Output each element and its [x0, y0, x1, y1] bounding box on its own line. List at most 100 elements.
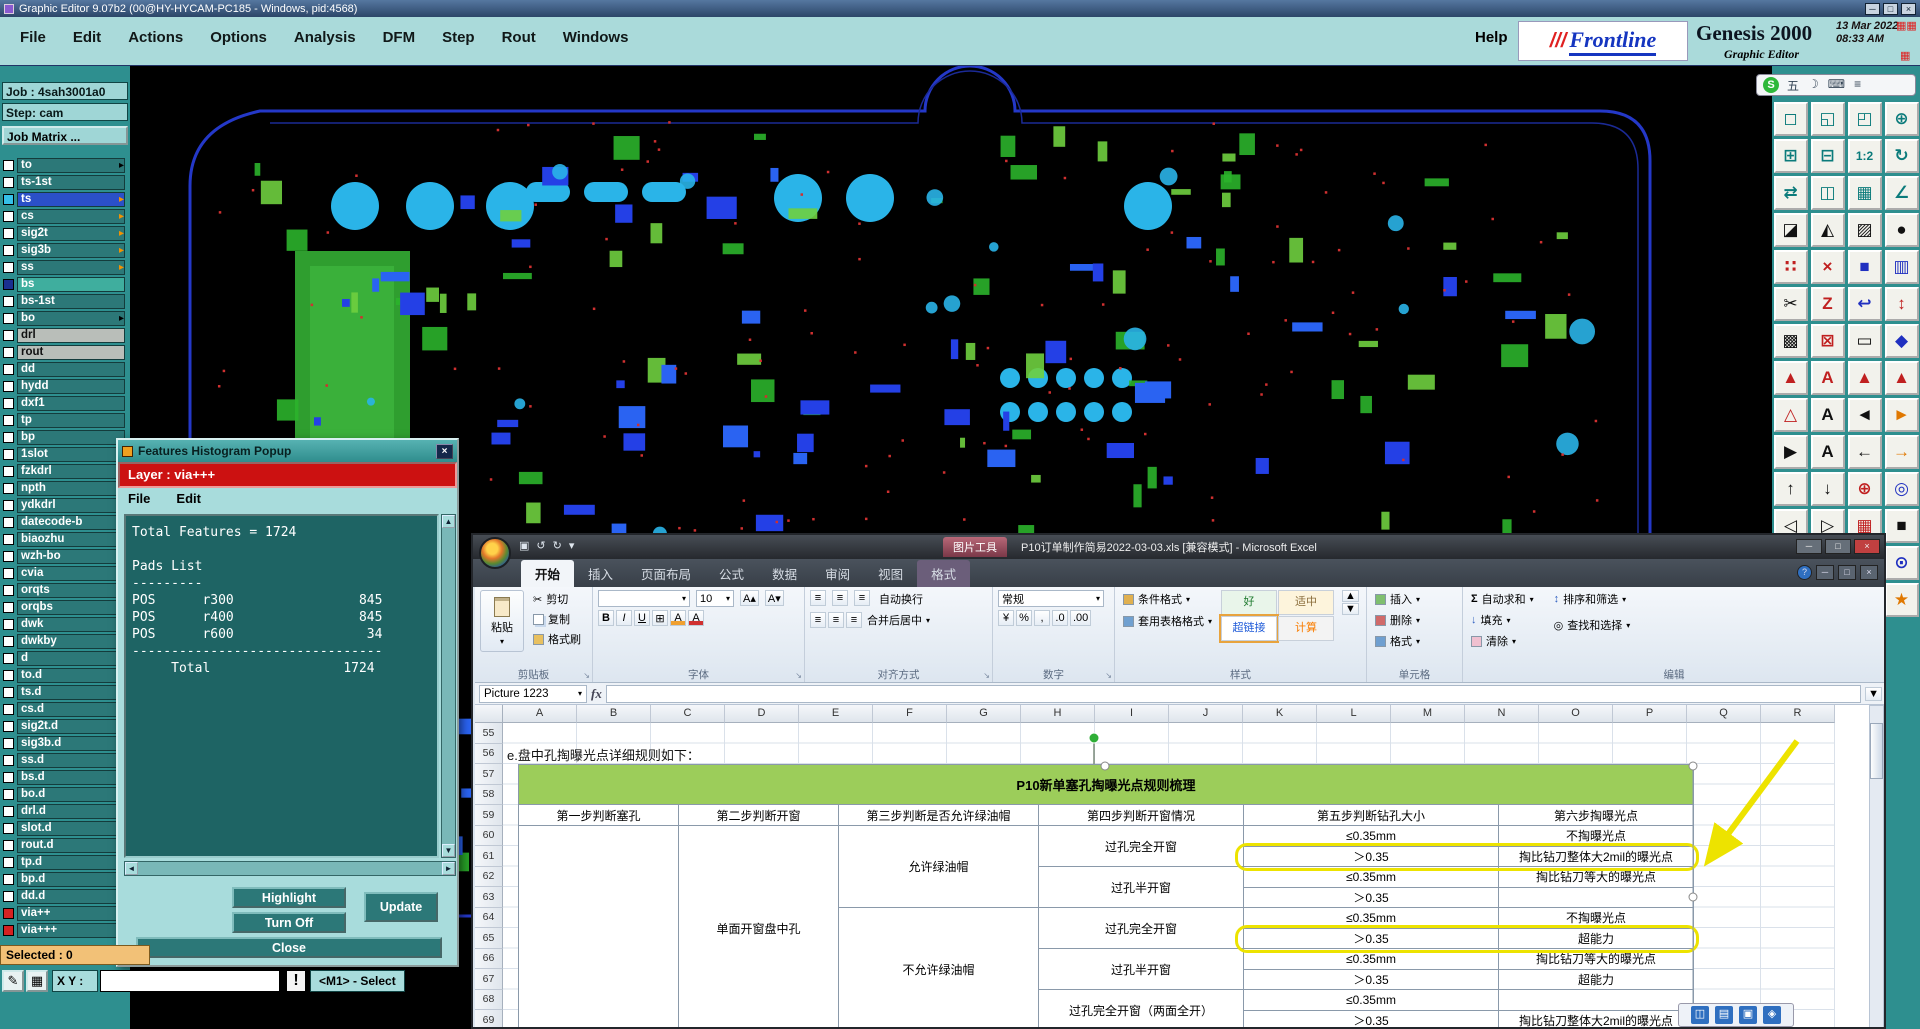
formula-input[interactable]: [605, 684, 1862, 703]
layer-visibility-checkbox[interactable]: [3, 245, 14, 256]
rectangle-button[interactable]: ▭: [1847, 323, 1882, 358]
merge-center-button[interactable]: 合并后居中 ▾: [864, 611, 933, 629]
row-header-60[interactable]: 60: [475, 825, 503, 846]
ime-badge-icon[interactable]: S: [1763, 77, 1779, 93]
command-button[interactable]: !: [286, 970, 306, 992]
layer-visibility-checkbox[interactable]: [3, 381, 14, 392]
menu-actions[interactable]: Actions: [128, 29, 183, 46]
layer-visibility-checkbox[interactable]: [3, 619, 14, 630]
zoom-window-button[interactable]: ◻: [1773, 101, 1808, 136]
layer-visibility-checkbox[interactable]: [3, 500, 14, 511]
layer-name[interactable]: ts: [17, 192, 125, 207]
row-header-62[interactable]: 62: [475, 866, 503, 887]
layer-name[interactable]: dd: [17, 362, 125, 377]
save-icon[interactable]: ▣: [519, 539, 529, 552]
zoom-prev-button[interactable]: ◰: [1847, 101, 1882, 136]
align-bottom-button[interactable]: ≡: [854, 590, 870, 606]
xy-input[interactable]: [100, 970, 280, 992]
clear-button[interactable]: 清除 ▾: [1468, 632, 1537, 650]
ime-toolbar[interactable]: S 五 ☽ ⌨ ≡: [1756, 74, 1916, 96]
name-box[interactable]: Picture 1223 ▾: [479, 684, 587, 703]
layer-row-via++[interactable]: via++: [0, 906, 130, 923]
formula-bar-expand-icon[interactable]: ▼: [1865, 686, 1882, 701]
text-a2-button[interactable]: A: [1810, 397, 1845, 432]
tab-插入[interactable]: 插入: [574, 560, 627, 587]
layer-name[interactable]: to.d: [17, 668, 125, 683]
layer-visibility-checkbox[interactable]: [3, 568, 14, 579]
layer-name[interactable]: datecode-b: [17, 515, 125, 530]
scale-1-2-button[interactable]: 1:2: [1847, 138, 1882, 173]
layer-visibility-checkbox[interactable]: [3, 364, 14, 375]
column-header-G[interactable]: G: [947, 705, 1021, 723]
layer-name[interactable]: dwkby: [17, 634, 125, 649]
column-header-J[interactable]: J: [1169, 705, 1243, 723]
layer-row-to[interactable]: to ▸: [0, 158, 130, 175]
layer-row-bo[interactable]: bo ▸: [0, 311, 130, 328]
layer-name[interactable]: cs: [17, 209, 125, 224]
layer-visibility-checkbox[interactable]: [3, 160, 14, 171]
scroll-up-icon[interactable]: ▲: [442, 515, 455, 528]
close-button[interactable]: Close: [136, 937, 442, 958]
comma-button[interactable]: ,: [1034, 610, 1050, 626]
layer-row-sig2t.d[interactable]: sig2t.d: [0, 719, 130, 736]
layer-row-bs.d[interactable]: bs.d: [0, 770, 130, 787]
layer-visibility-checkbox[interactable]: [3, 415, 14, 426]
row-header-55[interactable]: 55: [475, 723, 503, 744]
scroll-right-icon[interactable]: ►: [442, 862, 455, 875]
scroll-left-icon[interactable]: ◄: [125, 862, 138, 875]
flip-view-button[interactable]: ⇄: [1773, 175, 1808, 210]
layer-row-cs[interactable]: cs ▸: [0, 209, 130, 226]
layer-visibility-checkbox[interactable]: [3, 194, 14, 205]
layer-visibility-checkbox[interactable]: [3, 211, 14, 222]
moon-icon[interactable]: ☽: [1808, 77, 1819, 94]
layer-name[interactable]: bs.d: [17, 770, 125, 785]
arrow-up-button[interactable]: ↑: [1773, 471, 1808, 506]
layer-row-dd[interactable]: dd: [0, 362, 130, 379]
select-all-corner[interactable]: [475, 705, 503, 723]
layer-row-dxf1[interactable]: dxf1: [0, 396, 130, 413]
row-header-57[interactable]: 57: [475, 764, 503, 785]
diamond-button[interactable]: ◆: [1884, 323, 1919, 358]
layer-row-tp.d[interactable]: tp.d: [0, 855, 130, 872]
layer-name[interactable]: ts-1st: [17, 175, 125, 190]
cut-button[interactable]: ✂ 剪切: [530, 590, 584, 608]
turn-off-button[interactable]: Turn Off: [232, 912, 346, 933]
sort-filter-button[interactable]: ↕ 排序和筛选 ▾: [1551, 590, 1634, 608]
column-header-A[interactable]: A: [503, 705, 577, 723]
layer-row-dwk[interactable]: dwk: [0, 617, 130, 634]
dialog-launcher-icon[interactable]: ↘: [983, 671, 990, 680]
layer-visibility-checkbox[interactable]: [3, 636, 14, 647]
dialog-launcher-icon[interactable]: ↘: [795, 671, 802, 680]
layer-visibility-checkbox[interactable]: [3, 789, 14, 800]
office-button[interactable]: [479, 537, 511, 569]
column-header-H[interactable]: H: [1021, 705, 1095, 723]
layer-row-wzh-bo[interactable]: wzh-bo: [0, 549, 130, 566]
layer-name[interactable]: d: [17, 651, 125, 666]
column-header-K[interactable]: K: [1243, 705, 1317, 723]
row-header-68[interactable]: 68: [475, 989, 503, 1010]
layer-row-ss[interactable]: ss ▸: [0, 260, 130, 277]
conditional-format-button[interactable]: 条件格式 ▾: [1120, 590, 1215, 608]
layer-visibility-checkbox[interactable]: [3, 483, 14, 494]
layer-name[interactable]: rout.d: [17, 838, 125, 853]
row-header-61[interactable]: 61: [475, 846, 503, 867]
tab-公式[interactable]: 公式: [705, 560, 758, 587]
delete-cells-button[interactable]: 删除 ▾: [1372, 611, 1457, 629]
zoom-in-button[interactable]: ⊞: [1773, 138, 1808, 173]
column-header-F[interactable]: F: [873, 705, 947, 723]
crosshair-button[interactable]: ⊕: [1847, 471, 1882, 506]
layer-row-dwkby[interactable]: dwkby: [0, 634, 130, 651]
layer-row-sig2t[interactable]: sig2t ▸: [0, 226, 130, 243]
layer-name[interactable]: rout: [17, 345, 125, 360]
column-header-R[interactable]: R: [1761, 705, 1835, 723]
sheet-area[interactable]: ABCDEFGHIJKLMNOPQR 55 56 57 58 59 60 61 62 63 64 6…: [475, 705, 1884, 1027]
tab-格式[interactable]: 格式: [917, 560, 971, 587]
layer-name[interactable]: via+++: [17, 923, 125, 938]
layer-row-ts.d[interactable]: ts.d: [0, 685, 130, 702]
window-minimize-icon[interactable]: ─: [1865, 2, 1880, 15]
layer-row-bp[interactable]: bp: [0, 430, 130, 447]
font-size-combo[interactable]: 10 ▾: [696, 590, 734, 607]
menu-windows[interactable]: Windows: [563, 29, 629, 46]
tab-视图[interactable]: 视图: [864, 560, 917, 587]
dfm-warn-1-button[interactable]: ▲: [1773, 360, 1808, 395]
